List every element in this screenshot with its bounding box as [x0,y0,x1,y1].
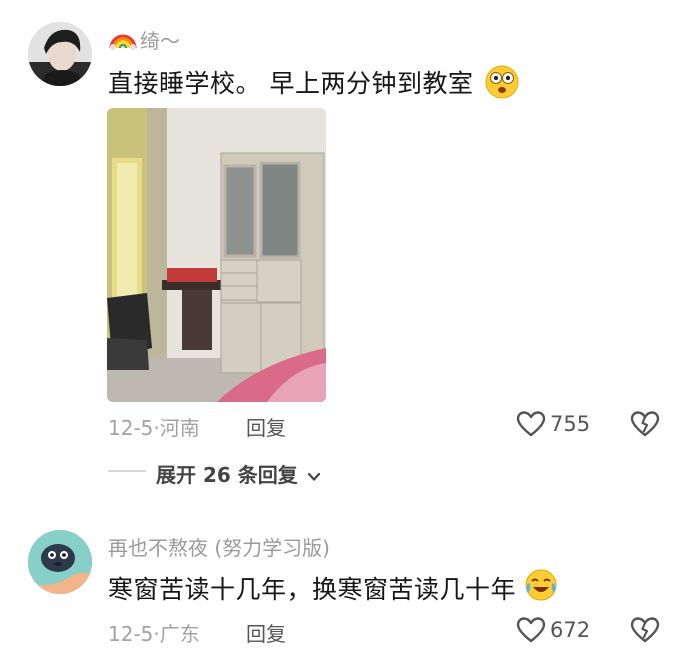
avatar-portrait-image [28,22,92,86]
comment-date: 12-5 [108,416,154,440]
comment-text-1: 直接睡学校。 早上两分钟到教室 [108,69,474,98]
like-count-1: 755 [550,412,591,436]
comment-photo[interactable] [107,108,326,402]
chevron-down-icon [307,472,320,481]
like-count-2: 672 [550,618,591,642]
comment-meta-2: 12-5·广东 [108,618,200,647]
like-heart-icon[interactable] [516,410,546,438]
avatar-cartoon-image [28,530,92,594]
comment-date: 12-5 [108,622,154,646]
expand-replies-button[interactable]: 展开 26 条回复 [156,459,321,488]
reply-button-2[interactable]: 回复 [246,618,286,647]
expand-replies-label: 展开 26 条回复 [156,463,298,487]
broken-heart-icon[interactable] [630,616,660,644]
tears-of-joy-emoji-icon [524,568,558,602]
goofy-face-emoji-icon [484,64,520,100]
rainbow-icon [108,24,138,50]
avatar-comment-1[interactable] [28,22,92,86]
like-heart-icon[interactable] [516,616,546,644]
broken-heart-icon[interactable] [630,410,660,438]
comment-text-2: 寒窗苦读十几年，换寒窗苦读几十年 [108,575,517,604]
room-photo-image [107,108,326,402]
username-comment-2[interactable]: 再也不熬夜 (努力学习版) [108,532,330,561]
comment-meta-1: 12-5·河南 [108,412,200,441]
reply-button-1[interactable]: 回复 [246,412,286,441]
comment-location: 河南 [159,416,200,440]
avatar-comment-2[interactable] [28,530,92,594]
comment-location: 广东 [159,622,200,646]
username-comment-1[interactable]: 绮～ [140,25,180,54]
expand-divider-line [108,470,146,472]
